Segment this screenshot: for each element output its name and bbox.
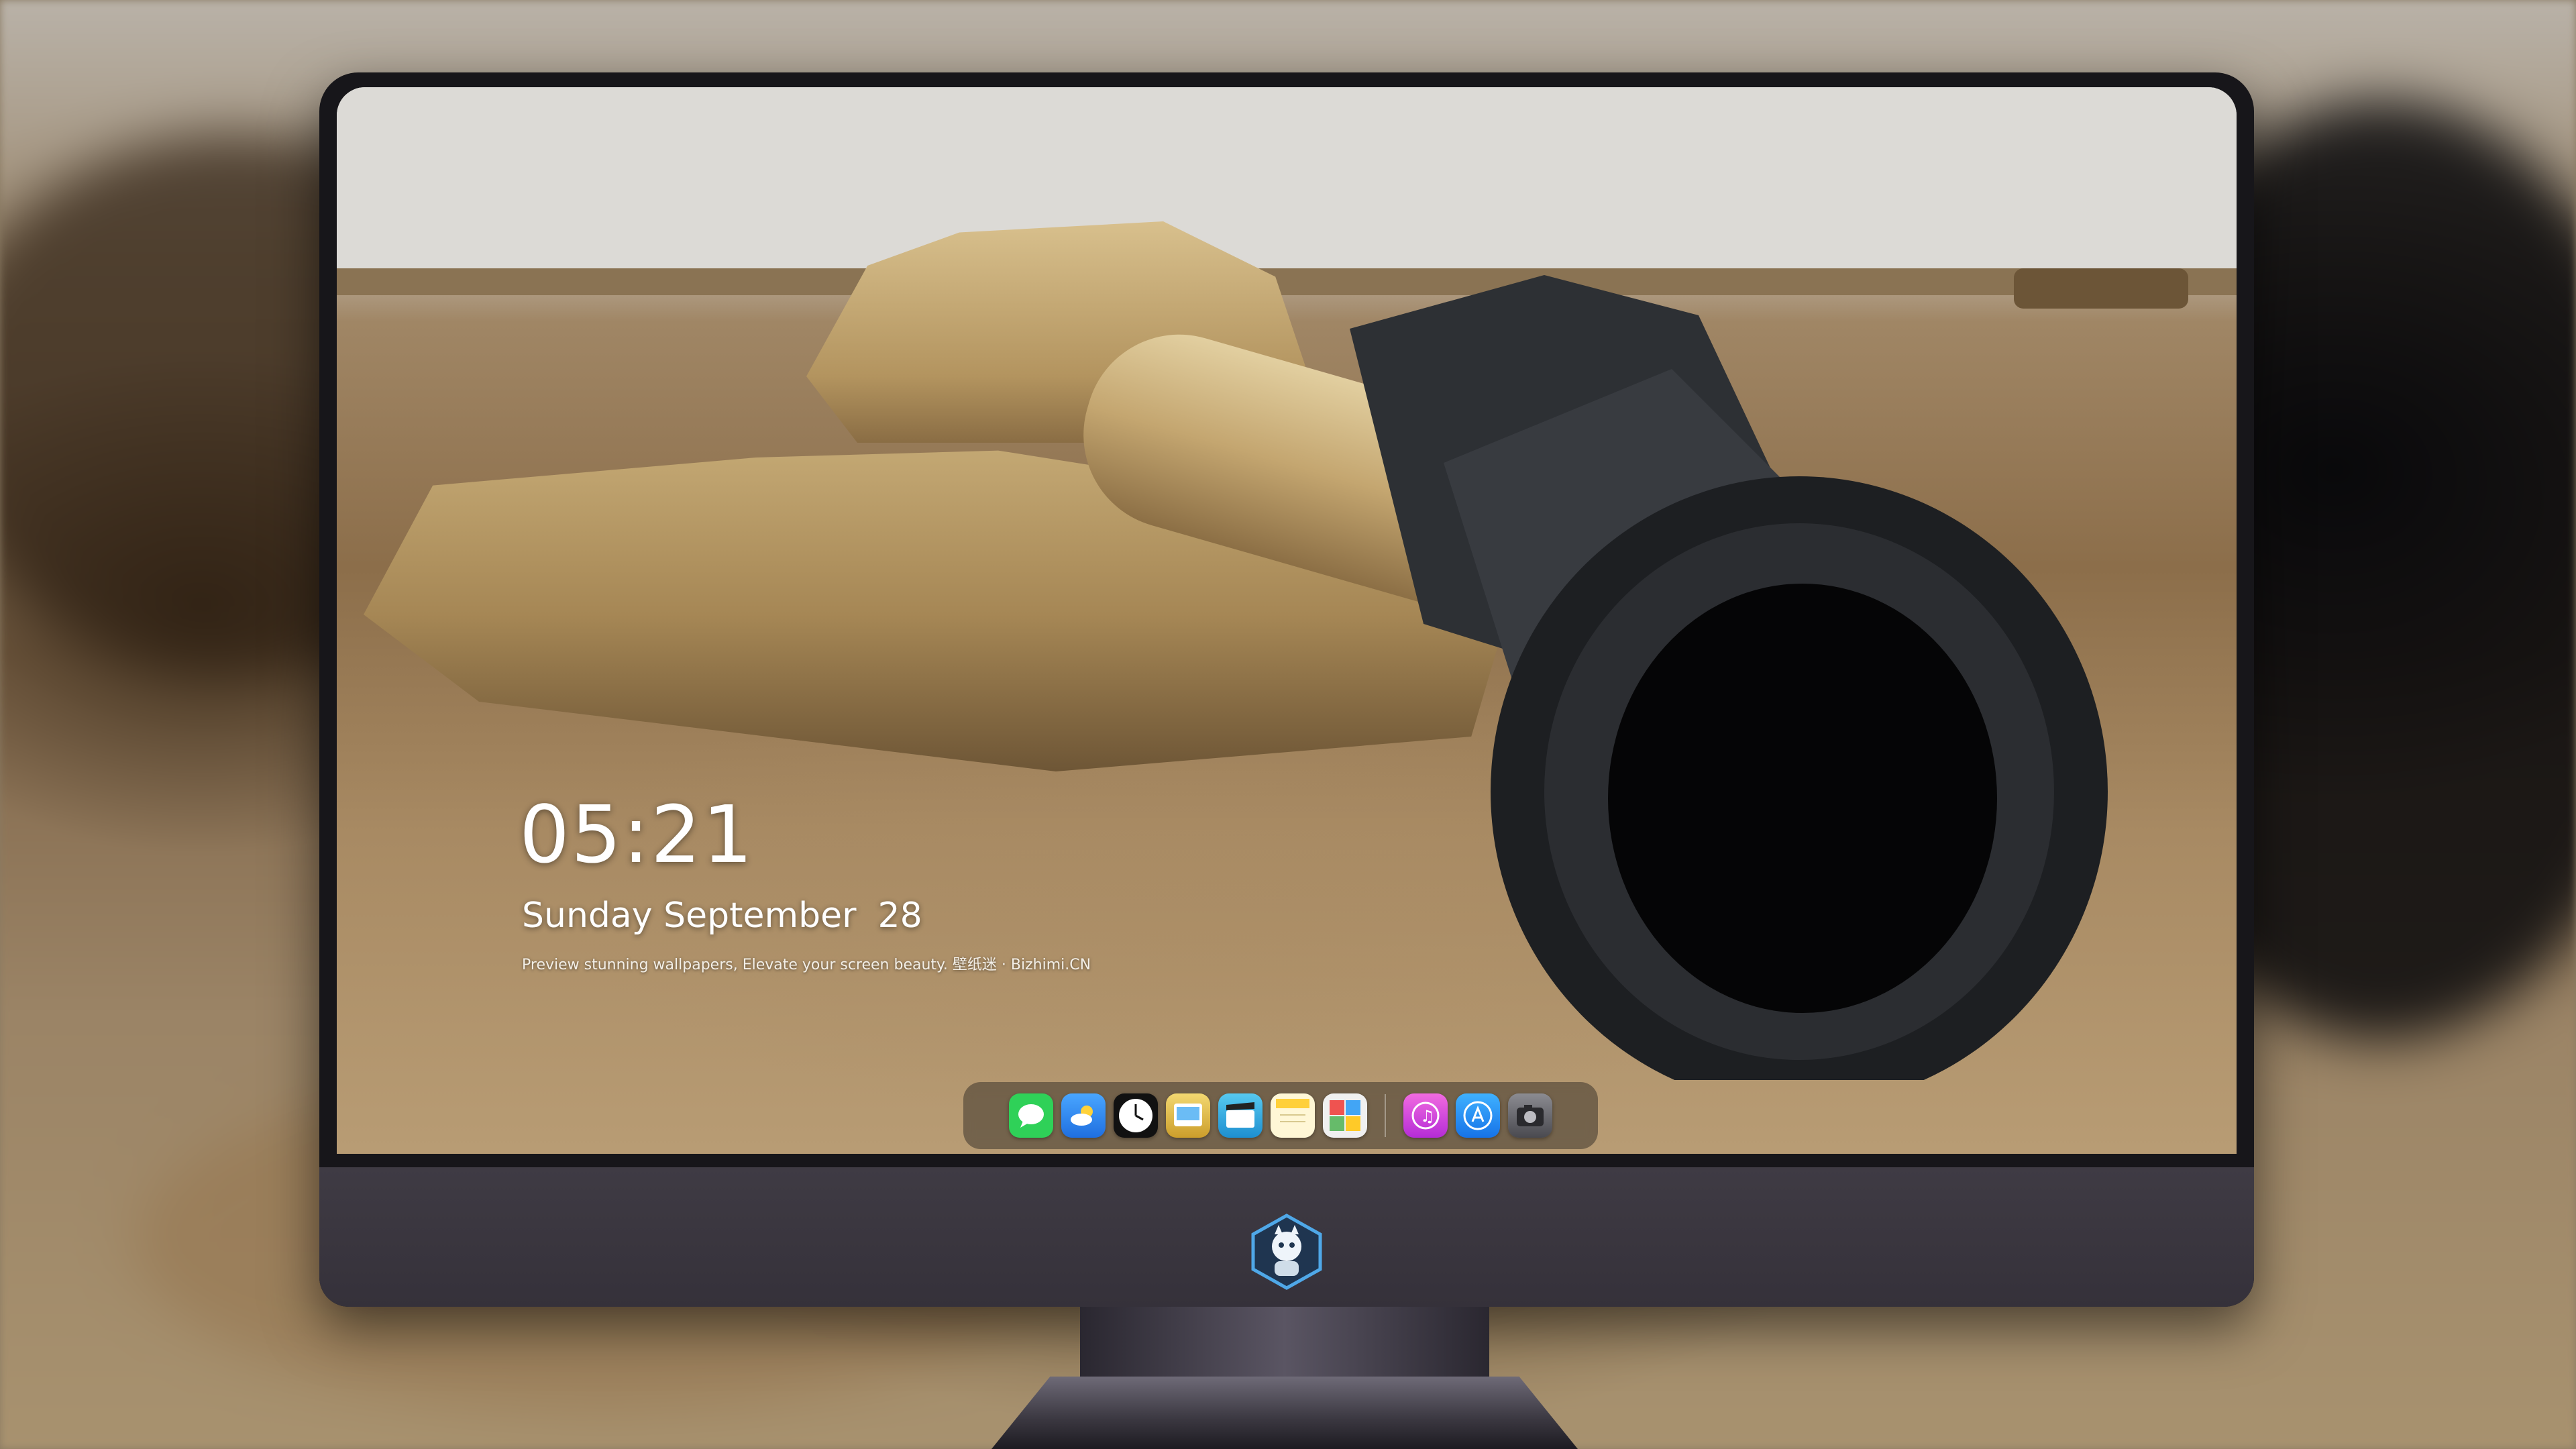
itunes-icon[interactable]: ♫	[1403, 1093, 1448, 1138]
notes-icon[interactable]	[1271, 1093, 1315, 1138]
screen: 05:21 Sunday September 28 Preview stunnin…	[337, 87, 2237, 1154]
dock-separator	[1385, 1094, 1386, 1137]
lock-date: Sunday September 28	[522, 896, 922, 936]
messages-icon[interactable]	[1009, 1093, 1053, 1138]
lock-weekday: Sunday	[522, 896, 653, 936]
wallpaper-muzzle	[1350, 275, 2108, 1080]
monitor-stand-foot	[991, 1377, 1578, 1449]
monitor: 05:21 Sunday September 28 Preview stunnin…	[319, 72, 2254, 1307]
monitor-stand-neck	[1080, 1307, 1489, 1381]
clock-icon[interactable]	[1114, 1093, 1158, 1138]
dock: ♫	[963, 1082, 1598, 1149]
app-store-icon[interactable]	[1456, 1093, 1500, 1138]
weather-icon[interactable]	[1061, 1093, 1106, 1138]
lock-day: 28	[877, 896, 922, 936]
screenshot-icon[interactable]	[1508, 1093, 1552, 1138]
lock-month: September	[663, 896, 857, 936]
lock-clock: 05:21	[519, 788, 755, 881]
mascot-logo-icon	[1251, 1214, 1322, 1290]
clips-icon[interactable]	[1218, 1093, 1263, 1138]
monitor-chin	[319, 1167, 2254, 1307]
lock-tagline: Preview stunning wallpapers, Elevate you…	[522, 957, 1091, 973]
svg-text:♫: ♫	[1420, 1107, 1435, 1126]
preview-icon[interactable]	[1166, 1093, 1210, 1138]
photo-booth-icon[interactable]	[1323, 1093, 1367, 1138]
